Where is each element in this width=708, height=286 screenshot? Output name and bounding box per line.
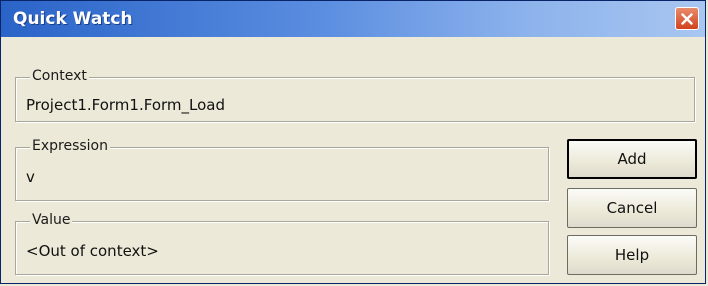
expression-value: v (26, 168, 35, 186)
context-label: Context (30, 68, 89, 84)
value-group: Value <Out of context> (15, 212, 549, 275)
add-button[interactable]: Add (567, 139, 697, 179)
quick-watch-dialog: Quick Watch Context Project1.Form1.Form_… (0, 0, 706, 284)
title-bar[interactable]: Quick Watch (1, 1, 705, 37)
help-button[interactable]: Help (567, 235, 697, 275)
value-label: Value (30, 212, 73, 228)
close-button[interactable] (675, 7, 699, 30)
context-group: Context Project1.Form1.Form_Load (15, 68, 695, 122)
expression-label: Expression (30, 138, 110, 154)
cancel-button[interactable]: Cancel (567, 188, 697, 228)
window-title: Quick Watch (13, 9, 133, 29)
context-value: Project1.Form1.Form_Load (26, 96, 225, 114)
expression-group: Expression v (15, 138, 549, 201)
close-icon (681, 12, 693, 25)
value-text: <Out of context> (26, 242, 159, 260)
